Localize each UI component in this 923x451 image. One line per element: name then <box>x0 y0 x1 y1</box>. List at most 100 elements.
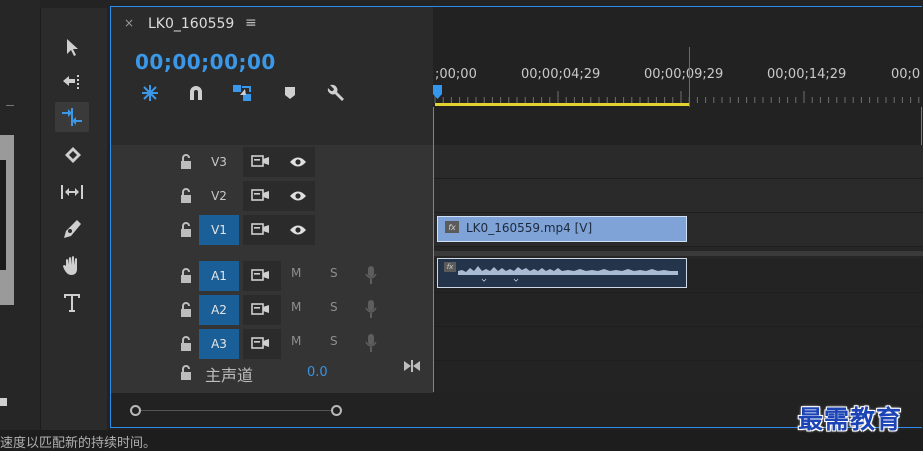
timeline-panel: × LK0_160559 ≡ 00;00;00;00 ;00;00 00;00;… <box>110 6 923 428</box>
eye-icon[interactable] <box>289 224 307 236</box>
go-to-end-icon[interactable] <box>403 359 421 373</box>
timeline-settings-button[interactable] <box>325 83 347 103</box>
sync-lock-icon[interactable] <box>251 154 271 168</box>
mute-button[interactable]: M <box>291 334 301 348</box>
ruler-label: 00;00;04;29 <box>521 67 601 82</box>
track-target-v2[interactable]: V2 <box>199 181 239 211</box>
stop-icon[interactable] <box>0 398 7 406</box>
microphone-icon[interactable] <box>365 333 377 353</box>
end-marker <box>689 47 690 107</box>
sync-lock-icon[interactable] <box>251 302 271 316</box>
video-clip[interactable]: fx LK0_160559.mp4 [V] <box>437 216 687 242</box>
status-bar: 速度以匹配新的持续时间。 <box>0 430 923 451</box>
eye-icon[interactable] <box>289 190 307 202</box>
panel-menu-icon[interactable]: ≡ <box>245 15 257 31</box>
track-select-icon <box>63 75 79 89</box>
tools-panel <box>40 8 107 430</box>
status-text: 速度以匹配新的持续时间。 <box>0 436 157 451</box>
mute-button[interactable]: M <box>291 300 301 314</box>
playhead-timecode[interactable]: 00;00;00;00 <box>135 50 276 74</box>
solo-button[interactable]: S <box>330 300 338 314</box>
marker-icon <box>285 87 295 99</box>
fx-badge: fx <box>445 221 459 233</box>
monitor-preview-shadow <box>0 160 6 270</box>
ruler-label: 00;00;14;29 <box>767 67 847 82</box>
slip-tool[interactable] <box>55 177 89 207</box>
track-target-a3[interactable]: A3 <box>199 329 239 359</box>
track-header-a2: A2 M S <box>111 293 433 327</box>
track-header-v3: V3 <box>111 145 433 179</box>
track-target-a1[interactable]: A1 <box>199 261 239 291</box>
hand-icon <box>63 256 77 275</box>
nest-icon <box>142 85 158 101</box>
mute-button[interactable]: M <box>291 266 301 280</box>
track-select-tool[interactable] <box>55 66 89 96</box>
selection-tool[interactable] <box>55 32 89 62</box>
close-tab-button[interactable]: × <box>124 16 134 30</box>
slip-icon <box>61 185 83 199</box>
razor-tool[interactable] <box>55 141 89 171</box>
track-target-v3[interactable]: V3 <box>199 147 239 177</box>
playhead-handle[interactable] <box>433 85 442 99</box>
lane-a3[interactable] <box>433 327 923 361</box>
video-audio-divider[interactable] <box>433 251 923 256</box>
scroll-end-handle[interactable] <box>331 405 342 416</box>
work-area-bar[interactable] <box>435 103 690 106</box>
microphone-icon[interactable] <box>365 265 377 285</box>
track-target-a2[interactable]: A2 <box>199 295 239 325</box>
timeline-header: × LK0_160559 ≡ 00;00;00;00 <box>111 7 433 145</box>
pen-icon <box>64 220 81 238</box>
master-volume-value[interactable]: 0.0 <box>307 365 328 380</box>
scrollbar-track[interactable] <box>135 410 337 411</box>
ripple-edit-icon <box>62 108 82 126</box>
lane-master[interactable] <box>433 361 923 394</box>
lane-a2[interactable] <box>433 293 923 327</box>
track-header-a3: A3 M S <box>111 327 433 361</box>
track-lanes: fx LK0_160559.mp4 [V] fx <box>433 145 923 394</box>
linked-selection-icon <box>233 85 251 101</box>
audio-clip[interactable]: fx <box>437 258 687 288</box>
ripple-edit-tool[interactable] <box>55 102 89 132</box>
sequence-tab-title[interactable]: LK0_160559 <box>148 16 234 32</box>
track-header-v1: V1 <box>111 213 433 247</box>
master-track-label: 主声道 <box>205 366 254 385</box>
panel-divider <box>6 105 14 106</box>
lock-icon[interactable] <box>179 302 193 318</box>
magnet-icon <box>190 86 202 100</box>
sync-lock-icon[interactable] <box>251 268 271 282</box>
nest-toggle-button[interactable] <box>139 83 161 103</box>
linked-selection-button[interactable] <box>231 83 253 103</box>
solo-button[interactable]: S <box>330 334 338 348</box>
time-ruler[interactable]: ;00;00 00;00;04;29 00;00;09;29 00;00;14;… <box>433 7 923 107</box>
playhead-line[interactable] <box>433 107 434 392</box>
watermark: 最需教育 <box>798 405 903 434</box>
scroll-start-handle[interactable] <box>130 405 141 416</box>
ruler-label: 00;00;09;29 <box>644 67 724 82</box>
snap-button[interactable] <box>185 83 207 103</box>
lock-icon[interactable] <box>179 268 193 284</box>
video-clip-label: LK0_160559.mp4 [V] <box>466 221 593 235</box>
sync-lock-icon[interactable] <box>251 336 271 350</box>
sync-lock-icon[interactable] <box>251 222 271 236</box>
sync-lock-icon[interactable] <box>251 188 271 202</box>
lock-icon[interactable] <box>179 222 193 238</box>
lock-icon[interactable] <box>179 154 193 170</box>
microphone-icon[interactable] <box>365 299 377 319</box>
solo-button[interactable]: S <box>330 266 338 280</box>
type-tool[interactable] <box>55 288 89 318</box>
track-target-v1[interactable]: V1 <box>199 215 239 245</box>
hand-tool[interactable] <box>55 251 89 281</box>
arrow-icon <box>67 39 78 56</box>
lane-v2[interactable] <box>433 179 923 213</box>
lock-icon[interactable] <box>179 188 193 204</box>
pen-tool[interactable] <box>55 214 89 244</box>
lane-v3[interactable] <box>433 145 923 179</box>
wrench-icon <box>327 84 344 101</box>
eye-icon[interactable] <box>289 156 307 168</box>
razor-icon <box>65 147 81 163</box>
lock-icon[interactable] <box>179 365 193 381</box>
add-marker-button[interactable] <box>279 83 301 103</box>
ruler-label: ;00;00 <box>435 67 477 82</box>
track-header-a1: A1 M S <box>111 259 433 293</box>
lock-icon[interactable] <box>179 336 193 352</box>
